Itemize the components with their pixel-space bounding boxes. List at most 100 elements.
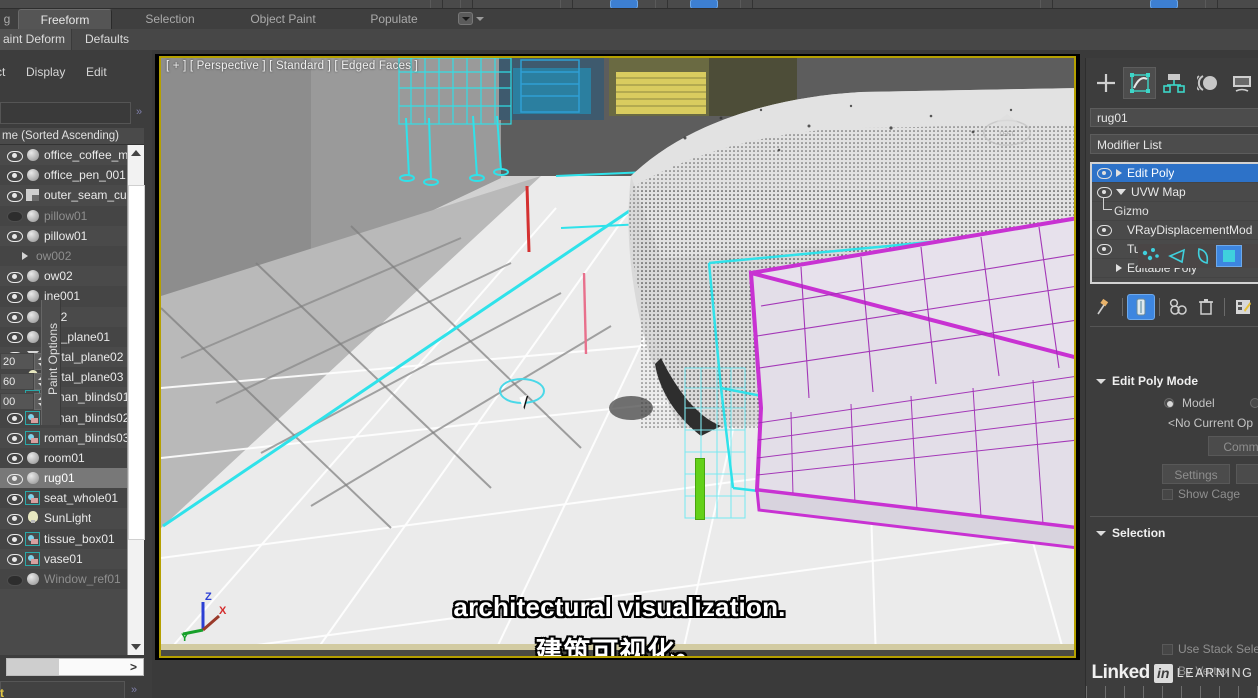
toolbar-icon[interactable] — [740, 0, 753, 8]
use-stack-selection-checkbox[interactable] — [1162, 644, 1173, 655]
toolbar-icon[interactable] — [430, 0, 443, 8]
main-toolbar-strip[interactable] — [0, 0, 1258, 9]
list-item[interactable]: roman_blinds03 — [0, 428, 144, 448]
modifier-list-dropdown[interactable]: Modifier List — [1090, 134, 1258, 154]
tab-polygon-modeling[interactable]: g — [0, 9, 18, 29]
cancel-button[interactable] — [1236, 464, 1258, 484]
bulb-icon[interactable] — [25, 511, 41, 525]
settings-button[interactable]: Settings — [1162, 464, 1230, 484]
toolbar-icon[interactable] — [1205, 0, 1218, 8]
list-item[interactable]: rtal_plane01 — [0, 326, 144, 347]
modifier-visibility-icon[interactable] — [1096, 168, 1112, 179]
modify-icon[interactable] — [1123, 67, 1156, 99]
sphere-icon[interactable] — [25, 168, 41, 182]
list-item[interactable]: ine001 — [0, 286, 144, 307]
menu-select[interactable]: ct — [0, 64, 5, 80]
list-item[interactable]: pillow01 — [0, 205, 144, 226]
list-item[interactable]: room01 — [0, 447, 144, 468]
list-item[interactable]: rug01 — [0, 468, 144, 489]
expand-triangle-icon[interactable] — [1116, 264, 1122, 272]
commit-button[interactable]: Commit — [1208, 436, 1258, 456]
expand-triangle-icon[interactable] — [1116, 169, 1122, 177]
list-item[interactable]: seat_whole01 — [0, 488, 144, 509]
chevron-down-icon[interactable] — [476, 17, 484, 21]
hscrollbar-thumb[interactable] — [7, 659, 59, 675]
sphere-icon[interactable] — [25, 148, 41, 162]
list-item[interactable]: ow002 — [0, 245, 144, 267]
radio-model[interactable] — [1164, 398, 1174, 408]
remove-modifier-icon[interactable] — [1192, 294, 1220, 320]
menu-edit[interactable]: Edit — [86, 64, 107, 80]
dropdown-arrow-icon[interactable] — [458, 12, 473, 25]
hierarchy-icon[interactable] — [1157, 67, 1190, 99]
polygon-icon[interactable] — [1216, 245, 1242, 267]
modifier-visibility-icon[interactable] — [1096, 187, 1112, 198]
visibility-toggle-icon[interactable] — [6, 533, 23, 546]
border-icon[interactable] — [1190, 245, 1216, 267]
visibility-toggle-icon[interactable] — [6, 210, 23, 223]
green-gizmo-handle[interactable] — [695, 458, 705, 520]
pin-stack-icon[interactable] — [1090, 294, 1118, 320]
visibility-toggle-icon[interactable] — [6, 311, 23, 324]
scroll-down-icon[interactable] — [131, 644, 141, 650]
make-unique-icon[interactable] — [1164, 294, 1192, 320]
visibility-toggle-icon[interactable] — [6, 574, 23, 586]
visibility-toggle-icon[interactable] — [6, 513, 23, 525]
paint-spinner-value-3[interactable]: 00 — [0, 393, 34, 410]
sphere-icon[interactable] — [25, 289, 41, 303]
toolbar-toggle-active[interactable] — [1150, 0, 1178, 8]
geometry-icon[interactable] — [25, 551, 41, 566]
configure-modifier-sets-icon[interactable] — [1229, 294, 1257, 320]
visibility-toggle-icon[interactable] — [6, 291, 23, 303]
tab-selection[interactable]: Selection — [124, 9, 216, 29]
visibility-toggle-icon[interactable] — [6, 331, 23, 344]
toolbar-toggle-active[interactable] — [610, 0, 638, 8]
viewport-label[interactable]: [ + ] [ Perspective ] [ Standard ] [ Edg… — [166, 60, 418, 72]
collapse-triangle-icon[interactable] — [1116, 189, 1126, 195]
geometry-icon[interactable] — [25, 491, 41, 506]
rollup-selection[interactable]: Selection — [1090, 524, 1258, 542]
list-horizontal-scrollbar[interactable]: > — [6, 658, 144, 676]
sphere-icon[interactable] — [25, 330, 41, 344]
visibility-toggle-icon[interactable] — [6, 150, 23, 162]
list-item[interactable]: outer_seam_cus — [0, 185, 144, 205]
list-item[interactable]: SunLight — [0, 508, 144, 528]
toolbar-icon[interactable] — [560, 0, 573, 8]
list-item[interactable]: roman_blinds02 — [0, 407, 144, 428]
visibility-toggle-icon[interactable] — [6, 230, 23, 243]
visibility-toggle-icon[interactable] — [6, 553, 23, 566]
sub-tab-paint-deform[interactable]: aint Deform — [0, 29, 73, 50]
custom-modifier-icon[interactable] — [25, 188, 41, 202]
sphere-icon[interactable] — [25, 471, 41, 485]
modifier-visibility-icon[interactable] — [1096, 244, 1112, 255]
sphere-icon[interactable] — [25, 572, 41, 586]
modifier-stack-buttons[interactable] — [1090, 292, 1258, 322]
command-panel-tabs[interactable] — [1089, 66, 1258, 100]
menu-display[interactable]: Display — [26, 64, 65, 80]
scroll-right-icon[interactable]: > — [130, 661, 137, 673]
tab-object-paint[interactable]: Object Paint — [228, 9, 338, 29]
search-input[interactable] — [0, 102, 131, 124]
perspective-viewport[interactable]: LEFT Z X Y [ + ] [ Perspective ] [ Stand… — [159, 56, 1076, 658]
visibility-toggle-icon[interactable] — [6, 271, 23, 283]
toolbar-toggle-active[interactable] — [690, 0, 718, 8]
scroll-up-icon[interactable] — [131, 150, 141, 156]
list-vertical-scrollbar[interactable] — [127, 145, 145, 655]
modifier-stack-row[interactable]: Gizmo — [1092, 197, 1258, 221]
rollup-edit-poly-mode[interactable]: Edit Poly Mode — [1090, 372, 1258, 390]
scrollbar-thumb[interactable] — [128, 185, 145, 540]
chevron-double-right-icon-2[interactable]: » — [131, 684, 137, 696]
toolbar-icon[interactable] — [655, 0, 668, 8]
list-item[interactable]: ow02 — [0, 266, 144, 286]
column-header-name[interactable]: me (Sorted Ascending) — [0, 128, 144, 145]
visibility-toggle-icon[interactable] — [6, 432, 23, 445]
toolbar-icon[interactable] — [460, 0, 473, 8]
modifier-stack-row[interactable]: Edit Poly — [1092, 164, 1258, 183]
list-item[interactable]: vase01 — [0, 549, 144, 569]
modifier-visibility-icon[interactable] — [1096, 225, 1112, 236]
list-item[interactable]: tissue_box01 — [0, 528, 144, 549]
paint-spinner-value-2[interactable]: 60 — [0, 373, 34, 390]
visibility-toggle-icon[interactable] — [6, 473, 23, 485]
expand-triangle-icon[interactable] — [22, 252, 28, 261]
sphere-icon[interactable] — [25, 209, 41, 223]
